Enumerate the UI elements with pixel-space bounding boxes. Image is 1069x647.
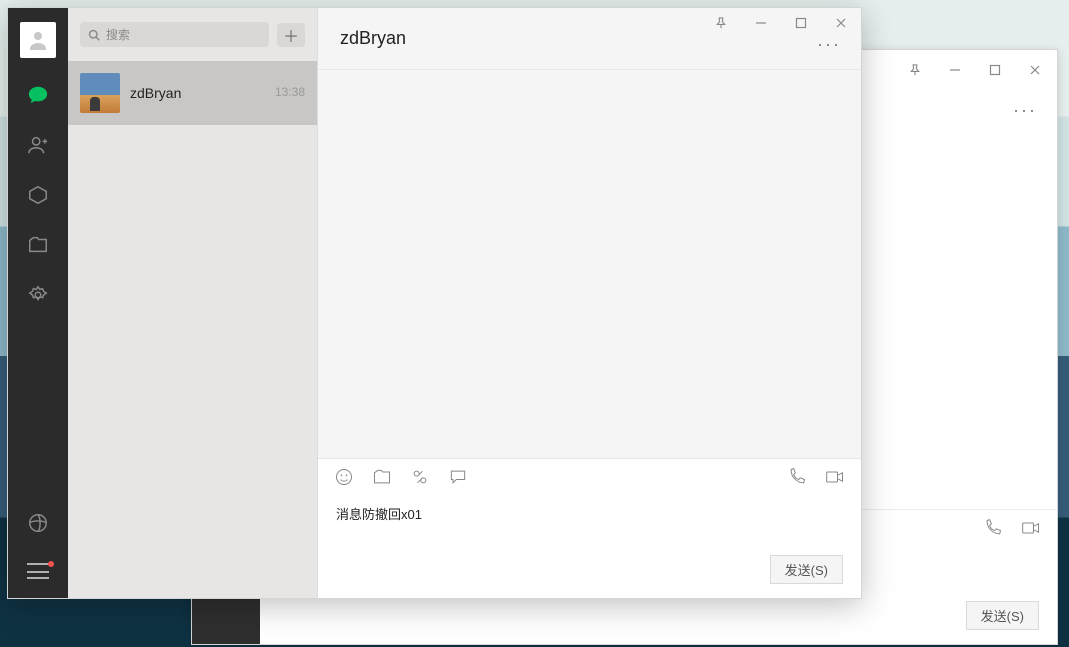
more-icon: ··· <box>1013 100 1037 120</box>
message-area[interactable] <box>318 70 861 458</box>
search-icon <box>88 29 100 41</box>
more-icon: ··· <box>817 34 841 54</box>
conversation-avatar <box>80 73 120 113</box>
chat-header: zdBryan ··· <box>318 8 861 70</box>
close-button[interactable] <box>1015 55 1055 85</box>
conversation-list: 搜索 ＋ zdBryan 13:38 <box>68 8 318 598</box>
chat-history-icon[interactable] <box>448 467 468 492</box>
chat-title: zdBryan <box>340 28 406 49</box>
pin-button[interactable] <box>895 55 935 85</box>
contacts-tab[interactable] <box>25 132 51 158</box>
message-input[interactable]: 消息防撤回x01 <box>318 500 861 527</box>
more-button[interactable]: ··· <box>1013 100 1037 121</box>
voice-call-icon[interactable] <box>787 467 807 492</box>
hamburger-icon <box>27 563 49 579</box>
miniprograms-tab[interactable] <box>25 282 51 308</box>
plus-icon: ＋ <box>283 23 299 47</box>
search-placeholder: 搜索 <box>106 26 130 43</box>
file-icon[interactable] <box>372 467 392 492</box>
pin-button[interactable] <box>701 8 741 38</box>
input-area: 消息防撤回x01 发送(S) <box>318 458 861 598</box>
menu-button[interactable] <box>25 558 51 584</box>
minimize-button[interactable] <box>741 8 781 38</box>
chats-tab[interactable] <box>25 82 51 108</box>
conversation-name: zdBryan <box>130 85 181 101</box>
minimize-button[interactable] <box>935 55 975 85</box>
moments-tab[interactable] <box>25 510 51 536</box>
add-button[interactable]: ＋ <box>277 23 305 47</box>
sidebar <box>8 8 68 598</box>
conversation-meta: zdBryan 13:38 <box>130 85 305 101</box>
files-tab[interactable] <box>25 232 51 258</box>
voice-call-icon[interactable] <box>983 518 1003 543</box>
maximize-button[interactable] <box>975 55 1015 85</box>
conversation-time: 13:38 <box>275 85 305 99</box>
conversation-item[interactable]: zdBryan 13:38 <box>68 61 317 125</box>
send-button[interactable]: 发送(S) <box>966 601 1039 630</box>
search-row: 搜索 ＋ <box>68 8 317 61</box>
video-call-icon[interactable] <box>1021 518 1041 543</box>
screenshot-icon[interactable] <box>410 467 430 492</box>
favorites-tab[interactable] <box>25 182 51 208</box>
send-button[interactable]: 发送(S) <box>770 555 843 584</box>
video-call-icon[interactable] <box>825 467 845 492</box>
input-toolbar <box>318 459 861 500</box>
wechat-window-primary: 搜索 ＋ zdBryan 13:38 zdBryan <box>7 7 862 599</box>
chat-panel: zdBryan ··· <box>318 8 861 598</box>
maximize-button[interactable] <box>781 8 821 38</box>
search-input[interactable]: 搜索 <box>80 22 269 47</box>
chat-more-button[interactable]: ··· <box>817 34 841 55</box>
emoji-icon[interactable] <box>334 467 354 492</box>
user-avatar[interactable] <box>20 22 56 58</box>
